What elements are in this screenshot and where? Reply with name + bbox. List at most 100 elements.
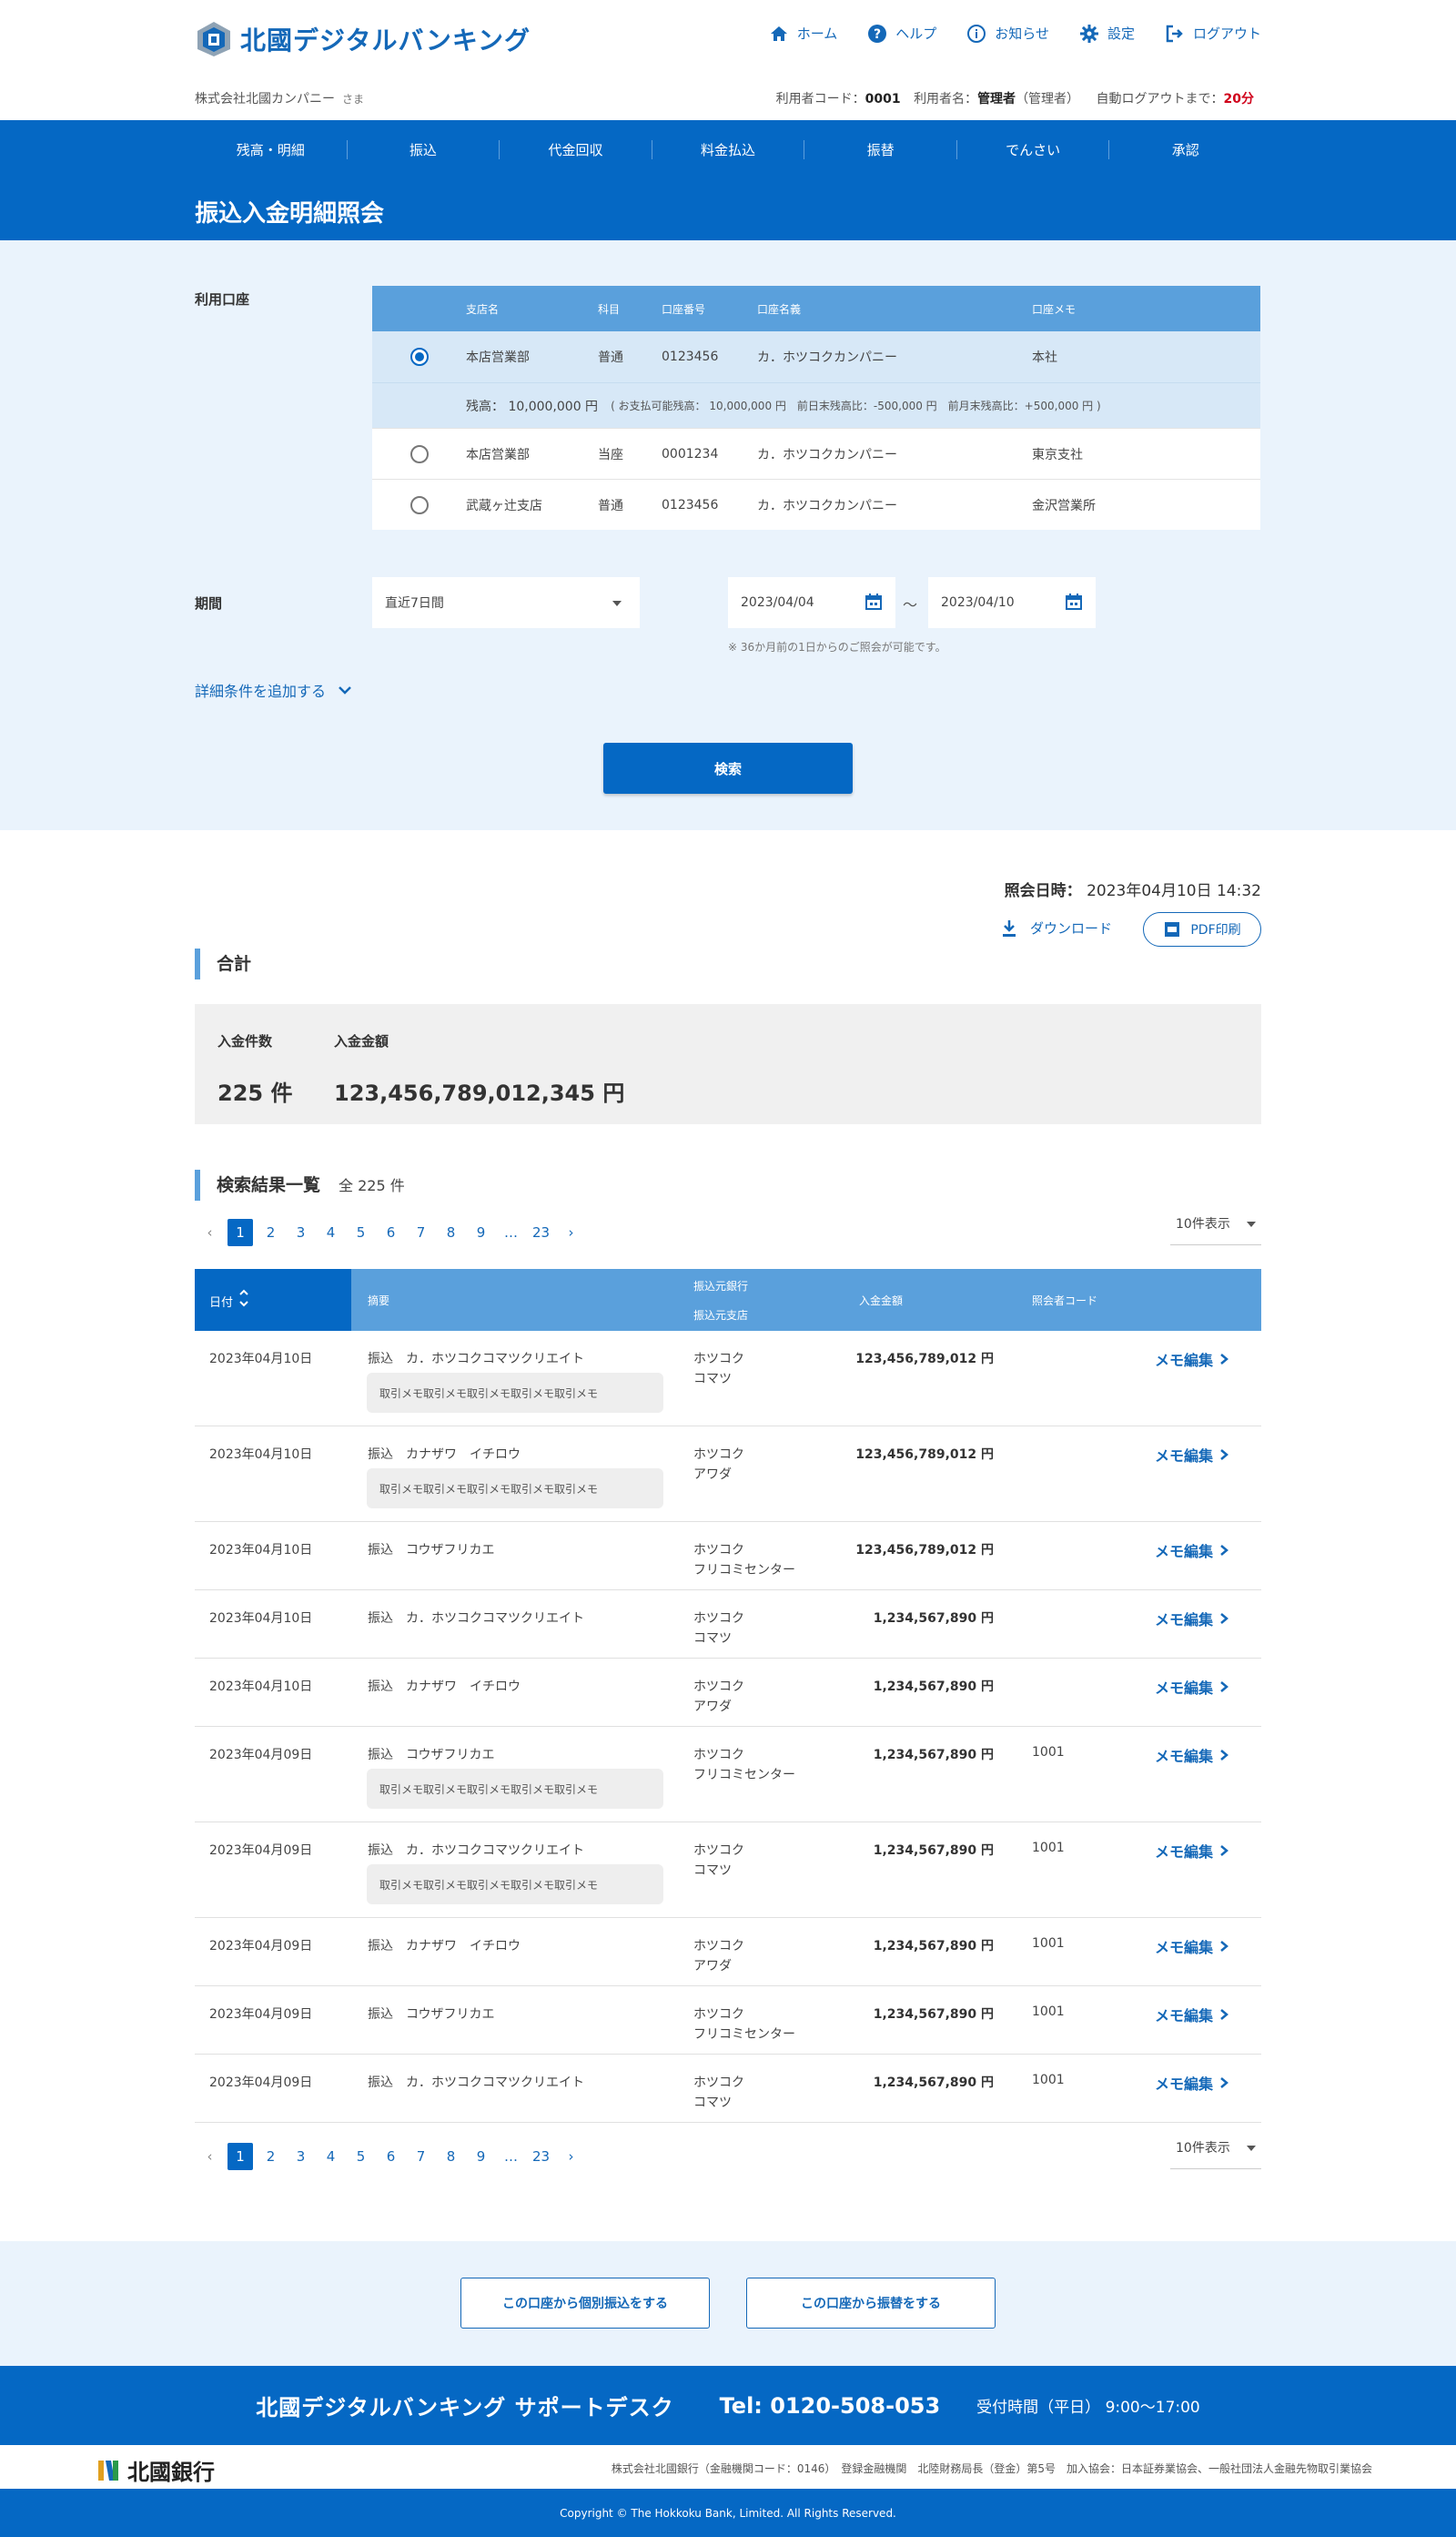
page-8[interactable]: 8: [436, 2148, 466, 2165]
gnav-approval[interactable]: 承認: [1108, 139, 1261, 159]
more-conditions-link[interactable]: 詳細条件を追加する: [195, 679, 353, 701]
company-name-text: 株式会社北國カンパニー: [195, 92, 335, 107]
account-type: 普通: [598, 350, 623, 365]
results-table: 日付 摘要 振込元銀行 振込元支店 入金金額 照会者コード 2023年04月10…: [195, 1269, 1261, 2123]
row-summary: 振込 カ．ホツコクコマツクリエイト: [368, 1611, 584, 1626]
period-select[interactable]: 直近7日間: [372, 577, 640, 628]
row-amount: 1,234,567,890 円: [873, 1748, 994, 1762]
row-branch: アワダ: [693, 1467, 732, 1482]
table-row: 2023年04月09日 振込 コウザフリカエ ホツコク フリコミセンター 1,234,5…: [195, 1986, 1261, 2055]
calendar-icon[interactable]: [864, 593, 883, 611]
memo-edit-link[interactable]: メモ編集: [1155, 1935, 1229, 1957]
calendar-icon[interactable]: [1065, 593, 1083, 611]
account-radio[interactable]: [410, 495, 429, 514]
next-page-icon[interactable]: ›: [556, 2148, 586, 2165]
support-desk: 北國デジタルバンキング サポートデスク Tel: 0120-508-053 受付…: [0, 2366, 1456, 2445]
memo-edit-link[interactable]: メモ編集: [1155, 2072, 1229, 2094]
account-transfer-button[interactable]: この口座から振替をする: [746, 2278, 996, 2329]
nav-settings[interactable]: 設定: [1079, 24, 1135, 43]
page-title: 振込入金明細照会: [195, 200, 385, 228]
account-row[interactable]: 本店営業部 普通 0123456 カ．ホツコクカンパニー 本社: [372, 331, 1260, 382]
nav-home[interactable]: ホーム: [770, 24, 837, 43]
col-date-sort[interactable]: 日付: [195, 1269, 351, 1331]
gnav-account-transfer[interactable]: 振替: [804, 139, 956, 159]
account-memo: 東京支社: [1032, 447, 1083, 462]
gnav-densai[interactable]: でんさい: [956, 139, 1109, 159]
individual-transfer-button[interactable]: この口座から個別振込をする: [460, 2278, 710, 2329]
prev-page-icon[interactable]: ‹: [195, 1224, 225, 1241]
per-page-select[interactable]: 10件表示: [1170, 2127, 1261, 2169]
page-7[interactable]: 7: [406, 2148, 436, 2165]
sort-icon[interactable]: [238, 1287, 249, 1309]
row-amount: 1,234,567,890 円: [873, 1679, 994, 1694]
account-row[interactable]: 本店営業部 当座 0001234 カ．ホツコクカンパニー 東京支社: [372, 428, 1260, 479]
per-page-select[interactable]: 10件表示: [1170, 1203, 1261, 1245]
support-title: 北國デジタルバンキング サポートデスク: [256, 2395, 674, 2420]
page-23[interactable]: 23: [526, 2148, 556, 2165]
date-to-input[interactable]: 2023/04/10: [928, 577, 1096, 628]
page-7[interactable]: 7: [406, 1224, 436, 1241]
bank-logo[interactable]: 北國銀行: [95, 2454, 215, 2486]
pdf-print-button[interactable]: PDF印刷: [1143, 912, 1261, 947]
support-tel[interactable]: Tel: 0120-508-053: [720, 2393, 941, 2419]
chevron-down-icon: [1247, 1222, 1256, 1227]
page-9[interactable]: 9: [466, 2148, 496, 2165]
page-6[interactable]: 6: [376, 1224, 406, 1241]
nav-logout[interactable]: ログアウト: [1166, 24, 1261, 43]
memo-edit-link[interactable]: メモ編集: [1155, 1348, 1229, 1370]
date-separator: ～: [903, 596, 918, 614]
next-page-icon[interactable]: ›: [556, 1224, 586, 1241]
page-3[interactable]: 3: [286, 2148, 316, 2165]
nav-help[interactable]: ? ヘルプ: [868, 24, 936, 43]
row-amount: 123,456,789,012 円: [855, 1447, 994, 1462]
gnav-collection[interactable]: 代金回収: [499, 139, 652, 159]
memo-edit-link[interactable]: メモ編集: [1155, 1744, 1229, 1766]
download-label: ダウンロード: [1029, 920, 1112, 937]
page-6[interactable]: 6: [376, 2148, 406, 2165]
download-link[interactable]: ダウンロード: [1001, 918, 1112, 938]
page-3[interactable]: 3: [286, 1224, 316, 1241]
page-23[interactable]: 23: [526, 1224, 556, 1241]
row-memo: 取引メモ取引メモ取引メモ取引メモ取引メモ: [367, 1373, 663, 1413]
row-memo: 取引メモ取引メモ取引メモ取引メモ取引メモ: [367, 1864, 663, 1904]
per-page-value: 10件表示: [1176, 2141, 1230, 2156]
row-summary: 振込 カナザワ イチロウ: [368, 1939, 521, 1953]
account-radio[interactable]: [410, 444, 429, 463]
page-8[interactable]: 8: [436, 1224, 466, 1241]
account-balance: 残高： 10,000,000 円 ( お支払可能残高： 10,000,000 円 …: [372, 382, 1260, 428]
row-bank: ホツコク: [693, 2007, 744, 2022]
page-5[interactable]: 5: [346, 1224, 376, 1241]
gnav-transfer[interactable]: 振込: [346, 139, 500, 159]
query-time-value: 2023年04月10日 14:32: [1087, 882, 1261, 900]
memo-edit-link[interactable]: メモ編集: [1155, 1444, 1229, 1466]
row-branch: フリコミセンター: [693, 1563, 795, 1578]
gnav-balance[interactable]: 残高・明細: [195, 140, 347, 159]
page-1[interactable]: 1: [228, 1219, 253, 1246]
count-label: 入金件数: [217, 1033, 273, 1050]
nav-notices[interactable]: お知らせ: [967, 24, 1049, 43]
account-row[interactable]: 武蔵ヶ辻支店 普通 0123456 カ．ホツコクカンパニー 金沢営業所: [372, 479, 1260, 530]
row-branch: アワダ: [693, 1700, 732, 1714]
col-code: 照会者コード: [1032, 1294, 1098, 1307]
gnav-payment[interactable]: 料金払込: [651, 139, 804, 159]
search-button[interactable]: 検索: [603, 743, 853, 794]
account-radio[interactable]: [410, 348, 429, 366]
row-date: 2023年04月09日: [209, 1939, 313, 1953]
memo-edit-link[interactable]: メモ編集: [1155, 2004, 1229, 2025]
page-1[interactable]: 1: [228, 2143, 253, 2170]
page-2[interactable]: 2: [256, 1224, 286, 1241]
memo-edit-link[interactable]: メモ編集: [1155, 1608, 1229, 1629]
memo-edit-link[interactable]: メモ編集: [1155, 1676, 1229, 1698]
page-4[interactable]: 4: [316, 1224, 346, 1241]
logo[interactable]: 北國デジタルバンキング: [195, 20, 531, 58]
memo-edit-link[interactable]: メモ編集: [1155, 1539, 1229, 1561]
date-from-input[interactable]: 2023/04/04: [728, 577, 895, 628]
page-9[interactable]: 9: [466, 1224, 496, 1241]
memo-edit-link[interactable]: メモ編集: [1155, 1840, 1229, 1862]
page-4[interactable]: 4: [316, 2148, 346, 2165]
page-5[interactable]: 5: [346, 2148, 376, 2165]
page-2[interactable]: 2: [256, 2148, 286, 2165]
memo-edit-label: メモ編集: [1155, 1939, 1214, 1956]
chevron-right-icon: [1220, 2009, 1228, 2020]
prev-page-icon[interactable]: ‹: [195, 2148, 225, 2165]
